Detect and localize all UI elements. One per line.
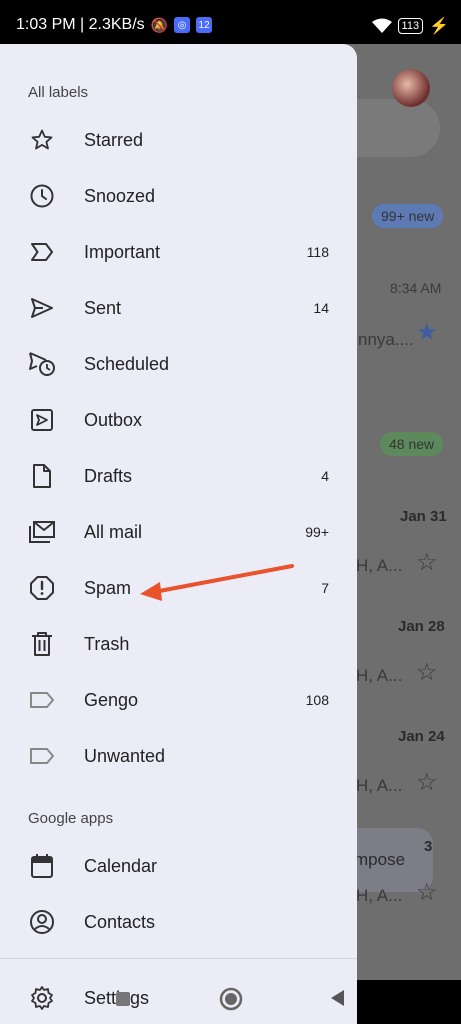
send-icon — [28, 294, 56, 322]
star-icon — [28, 126, 56, 154]
drawer-item-label: Trash — [84, 633, 130, 654]
drawer-item-scheduled[interactable]: Scheduled — [0, 338, 357, 390]
app-notification-icon: ◎ — [174, 17, 191, 33]
sim-badge: 12 — [196, 17, 213, 33]
email-date-4: 3 — [424, 838, 433, 855]
drawer-item-label: Spam — [84, 577, 132, 598]
email-date-1: Jan 31 — [400, 508, 447, 525]
drawer-item-drafts[interactable]: Drafts 4 — [0, 450, 357, 502]
avatar[interactable] — [392, 69, 430, 107]
drawer-item-label: Contacts — [84, 911, 156, 932]
drawer-item-label: Calendar — [84, 855, 158, 876]
drawer-item-calendar[interactable]: Calendar — [0, 840, 357, 892]
email-snippet-2: H, A... — [356, 556, 403, 575]
email-date-2: Jan 28 — [398, 618, 445, 635]
star-icon[interactable]: ★ — [416, 318, 438, 347]
drawer-item-label: Drafts — [84, 465, 133, 486]
calendar-icon — [28, 852, 56, 880]
google-apps-heading: Google apps — [28, 810, 114, 827]
drawer-item-count: 108 — [305, 692, 329, 708]
drawer-item-trash[interactable]: Trash — [0, 618, 357, 670]
drawer-item-label: Gengo — [84, 689, 139, 710]
email-snippet-5: H, A... — [356, 886, 403, 905]
charging-icon: ⚡ — [429, 18, 449, 35]
drawer-item-label: Outbox — [84, 409, 143, 430]
back-button[interactable] — [326, 986, 350, 1010]
drawer-item-unwanted[interactable]: Unwanted — [0, 730, 357, 782]
all-mail-icon — [28, 518, 56, 546]
status-time: 1:03 PM | 2.3KB/s — [16, 16, 145, 33]
drawer-item-important[interactable]: Important 118 — [0, 226, 357, 278]
email-date-3: Jan 24 — [398, 728, 445, 745]
star-icon[interactable]: ☆ — [416, 658, 438, 687]
recents-button[interactable] — [112, 988, 134, 1010]
email-snippet-4: H, A... — [356, 776, 403, 795]
compose-label: mpose — [354, 850, 406, 869]
spam-icon — [28, 574, 56, 602]
label-icon — [28, 686, 56, 714]
drawer-item-label: Sent — [84, 297, 122, 318]
new-badge-1: 99+ new — [372, 204, 444, 228]
annotation-arrow-icon — [140, 564, 294, 601]
drawer-item-label: Scheduled — [84, 353, 170, 374]
drawer-item-starred[interactable]: Starred — [0, 114, 357, 166]
mute-icon: 🔕 — [150, 16, 169, 33]
status-bar: 1:03 PM | 2.3KB/s 🔕 ◎ 12 113 ⚡ — [0, 0, 461, 44]
email-snippet-3: H, A... — [356, 666, 403, 685]
new-badge-2: 48 new — [380, 432, 444, 456]
drawer-item-sent[interactable]: Sent 14 — [0, 282, 357, 334]
contacts-icon — [28, 908, 56, 936]
drawer-item-count: 7 — [321, 580, 329, 596]
navigation-drawer: All labels Starred Snoozed Important 118… — [0, 44, 357, 1024]
home-button[interactable] — [218, 986, 244, 1012]
drawer-item-count: 99+ — [305, 524, 329, 540]
all-labels-heading: All labels — [28, 84, 89, 101]
trash-icon — [28, 630, 56, 658]
drawer-item-outbox[interactable]: Outbox — [0, 394, 357, 446]
system-nav-bar — [0, 980, 461, 1024]
drawer-item-contacts[interactable]: Contacts — [0, 896, 357, 948]
label-icon — [28, 742, 56, 770]
star-icon[interactable]: ☆ — [416, 548, 438, 577]
drawer-item-count: 118 — [306, 244, 329, 260]
drawer-divider — [0, 958, 357, 959]
important-icon — [28, 238, 56, 266]
drawer-item-all-mail[interactable]: All mail 99+ — [0, 506, 357, 558]
battery-indicator: 113 — [397, 18, 424, 34]
drawer-item-count: 4 — [321, 468, 329, 484]
draft-icon — [28, 462, 56, 490]
star-icon[interactable]: ☆ — [416, 878, 438, 907]
drawer-item-label: Snoozed — [84, 185, 156, 206]
clock-icon — [28, 182, 56, 210]
outbox-icon — [28, 406, 56, 434]
drawer-item-gengo[interactable]: Gengo 108 — [0, 674, 357, 726]
email-snippet-1: nnya.... — [358, 330, 414, 349]
drawer-item-label: Unwanted — [84, 745, 166, 766]
email-time-1: 8:34 AM — [390, 280, 442, 296]
star-icon[interactable]: ☆ — [416, 768, 438, 797]
drawer-item-snoozed[interactable]: Snoozed — [0, 170, 357, 222]
drawer-item-label: Starred — [84, 129, 144, 150]
drawer-item-count: 14 — [313, 300, 329, 316]
scheduled-icon — [28, 350, 56, 378]
wifi-icon — [371, 18, 392, 34]
drawer-item-label: All mail — [84, 521, 143, 542]
drawer-item-label: Important — [84, 241, 161, 262]
